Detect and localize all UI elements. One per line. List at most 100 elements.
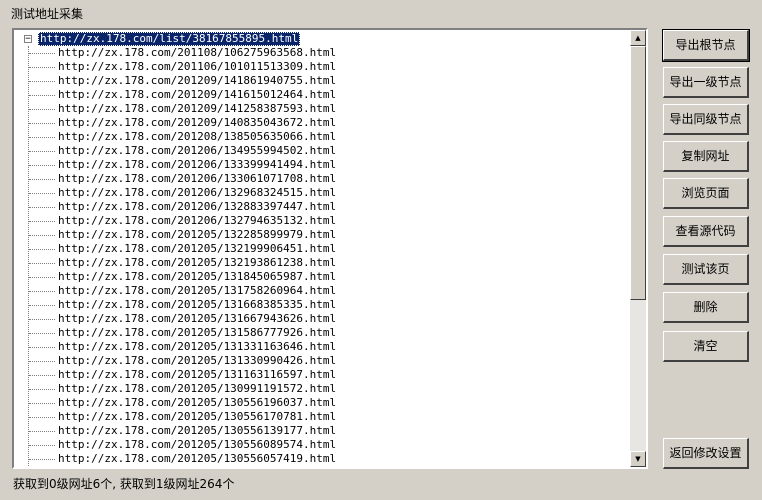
tree-child-node[interactable]: http://zx.178.com/201205/131163116597.ht… <box>14 368 630 382</box>
tree-branch-line <box>29 165 55 166</box>
tree-branch-line <box>29 235 55 236</box>
tree-child-node[interactable]: http://zx.178.com/201205/132285899979.ht… <box>14 228 630 242</box>
tree-child-label[interactable]: http://zx.178.com/201208/138505635066.ht… <box>58 130 336 144</box>
tree-child-label[interactable]: http://zx.178.com/201205/131668385335.ht… <box>58 298 336 312</box>
export-level1-button[interactable]: 导出一级节点 <box>663 67 749 98</box>
tree-branch-line <box>29 375 55 376</box>
tree-child-label[interactable]: http://zx.178.com/201205/132285899979.ht… <box>58 228 336 242</box>
tree-branch-line <box>29 291 55 292</box>
tree-branch-line <box>29 431 55 432</box>
tree-branch-line <box>29 333 55 334</box>
tree-child-label[interactable]: http://zx.178.com/201205/132193861238.ht… <box>58 256 336 270</box>
collapse-icon[interactable]: − <box>24 35 32 44</box>
tree-child-node[interactable]: http://zx.178.com/201106/101011513309.ht… <box>14 60 630 74</box>
tree-child-label[interactable]: http://zx.178.com/201205/130991191572.ht… <box>58 382 336 396</box>
tree-child-label[interactable]: http://zx.178.com/201205/130556196037.ht… <box>58 396 336 410</box>
tree-child-node[interactable]: http://zx.178.com/201205/130556196037.ht… <box>14 396 630 410</box>
tree-child-node[interactable]: http://zx.178.com/201209/140835043672.ht… <box>14 116 630 130</box>
tree-child-label[interactable]: http://zx.178.com/201205/131667943626.ht… <box>58 312 336 326</box>
tree-child-node[interactable]: http://zx.178.com/201108/106275963568.ht… <box>14 46 630 60</box>
tree-child-label[interactable]: http://zx.178.com/201106/101011513309.ht… <box>58 60 336 74</box>
tree-child-node[interactable]: http://zx.178.com/201209/141258387593.ht… <box>14 102 630 116</box>
tree-branch-line <box>29 417 55 418</box>
tree-child-label[interactable]: http://zx.178.com/201205/130556139177.ht… <box>58 424 336 438</box>
tree-child-node[interactable]: http://zx.178.com/201209/141861940755.ht… <box>14 74 630 88</box>
tree-child-node[interactable]: http://zx.178.com/201205/131586777926.ht… <box>14 326 630 340</box>
tree-root-node[interactable]: − http://zx.178.com/list/38167855895.htm… <box>14 32 414 46</box>
tree-child-node[interactable]: http://zx.178.com/201206/134955994502.ht… <box>14 144 630 158</box>
tree-child-node[interactable]: http://zx.178.com/201205/131331163646.ht… <box>14 340 630 354</box>
scroll-down-button[interactable]: ▼ <box>630 451 646 467</box>
scroll-thumb[interactable] <box>630 46 646 300</box>
tree-branch-line <box>29 361 55 362</box>
vertical-scrollbar[interactable]: ▲ ▼ <box>630 30 646 467</box>
tree-child-node[interactable]: http://zx.178.com/201205/130991191572.ht… <box>14 382 630 396</box>
tree-child-label[interactable]: http://zx.178.com/201205/131330990426.ht… <box>58 354 336 368</box>
delete-button[interactable]: 删除 <box>663 292 749 323</box>
view-source-button[interactable]: 查看源代码 <box>663 216 749 247</box>
tree-child-node[interactable]: http://zx.178.com/201206/132883397447.ht… <box>14 200 630 214</box>
tree-branch-line <box>29 389 55 390</box>
tree-child-label[interactable]: http://zx.178.com/201205/130556170781.ht… <box>58 410 336 424</box>
tree-child-node[interactable]: http://zx.178.com/201205/130556057419.ht… <box>14 452 630 466</box>
tree-child-node[interactable]: http://zx.178.com/201205/131668385335.ht… <box>14 298 630 312</box>
tree-branch-line <box>29 445 55 446</box>
tree-branch-line <box>29 207 55 208</box>
tree-child-node[interactable]: http://zx.178.com/201205/132193861238.ht… <box>14 256 630 270</box>
tree-child-node[interactable]: http://zx.178.com/201205/131330990426.ht… <box>14 354 630 368</box>
tree-child-label[interactable]: http://zx.178.com/201205/130556057419.ht… <box>58 452 336 466</box>
tree-child-node[interactable]: http://zx.178.com/201205/130556089574.ht… <box>14 438 630 452</box>
tree-child-label[interactable]: http://zx.178.com/201209/140835043672.ht… <box>58 116 336 130</box>
tree-branch-line <box>29 137 55 138</box>
tree-child-node[interactable]: http://zx.178.com/201206/133061071708.ht… <box>14 172 630 186</box>
tree-branch-line <box>29 109 55 110</box>
tree-branch-line <box>29 305 55 306</box>
tree-child-label[interactable]: http://zx.178.com/201205/131331163646.ht… <box>58 340 336 354</box>
scroll-up-button[interactable]: ▲ <box>630 30 646 46</box>
back-to-settings-button[interactable]: 返回修改设置 <box>663 438 749 469</box>
tree-child-node[interactable]: http://zx.178.com/201205/130556139177.ht… <box>14 424 630 438</box>
tree-branch-line <box>29 319 55 320</box>
clear-button[interactable]: 清空 <box>663 331 749 362</box>
tree-child-node[interactable]: http://zx.178.com/201205/131667943626.ht… <box>14 312 630 326</box>
tree-branch-line <box>29 95 55 96</box>
tree-content: − http://zx.178.com/list/38167855895.htm… <box>14 30 630 467</box>
tree-child-label[interactable]: http://zx.178.com/201206/132883397447.ht… <box>58 200 336 214</box>
tree-child-node[interactable]: http://zx.178.com/201205/131758260964.ht… <box>14 284 630 298</box>
tree-branch-line <box>29 249 55 250</box>
tree-child-label[interactable]: http://zx.178.com/201206/133399941494.ht… <box>58 158 336 172</box>
tree-child-node[interactable]: http://zx.178.com/201206/132968324515.ht… <box>14 186 630 200</box>
tree-child-label[interactable]: http://zx.178.com/201205/131163116597.ht… <box>58 368 336 382</box>
tree-children: http://zx.178.com/201108/106275963568.ht… <box>14 46 630 466</box>
tree-branch-line <box>29 263 55 264</box>
tree-root-label[interactable]: http://zx.178.com/list/38167855895.html <box>38 32 301 46</box>
copy-url-button[interactable]: 复制网址 <box>663 141 749 172</box>
tree-child-label[interactable]: http://zx.178.com/201108/106275963568.ht… <box>58 46 336 60</box>
tree-child-label[interactable]: http://zx.178.com/201205/132199906451.ht… <box>58 242 336 256</box>
tree-child-node[interactable]: http://zx.178.com/201206/132794635132.ht… <box>14 214 630 228</box>
tree-child-label[interactable]: http://zx.178.com/201205/130556089574.ht… <box>58 438 336 452</box>
tree-child-node[interactable]: http://zx.178.com/201205/132199906451.ht… <box>14 242 630 256</box>
tree-child-label[interactable]: http://zx.178.com/201206/132794635132.ht… <box>58 214 336 228</box>
tree-child-node[interactable]: http://zx.178.com/201208/138505635066.ht… <box>14 130 630 144</box>
tree-child-label[interactable]: http://zx.178.com/201206/133061071708.ht… <box>58 172 336 186</box>
url-tree-view[interactable]: − http://zx.178.com/list/38167855895.htm… <box>12 28 648 469</box>
export-root-button[interactable]: 导出根节点 <box>662 29 750 62</box>
tree-child-label[interactable]: http://zx.178.com/201206/132968324515.ht… <box>58 186 336 200</box>
tree-child-label[interactable]: http://zx.178.com/201205/131845065987.ht… <box>58 270 336 284</box>
export-sibling-button[interactable]: 导出同级节点 <box>663 104 749 135</box>
tree-child-node[interactable]: http://zx.178.com/201205/131845065987.ht… <box>14 270 630 284</box>
tree-child-node[interactable]: http://zx.178.com/201209/141615012464.ht… <box>14 88 630 102</box>
tree-child-node[interactable]: http://zx.178.com/201206/133399941494.ht… <box>14 158 630 172</box>
tree-child-node[interactable]: http://zx.178.com/201205/130556170781.ht… <box>14 410 630 424</box>
tree-branch-line <box>29 67 55 68</box>
tree-child-label[interactable]: http://zx.178.com/201205/131758260964.ht… <box>58 284 336 298</box>
tree-child-label[interactable]: http://zx.178.com/201205/131586777926.ht… <box>58 326 336 340</box>
tree-child-label[interactable]: http://zx.178.com/201206/134955994502.ht… <box>58 144 336 158</box>
tree-branch-line <box>29 123 55 124</box>
test-page-button[interactable]: 测试该页 <box>663 254 749 285</box>
tree-child-label[interactable]: http://zx.178.com/201209/141861940755.ht… <box>58 74 336 88</box>
browse-page-button[interactable]: 浏览页面 <box>663 178 749 209</box>
tree-child-label[interactable]: http://zx.178.com/201209/141615012464.ht… <box>58 88 336 102</box>
tree-child-label[interactable]: http://zx.178.com/201209/141258387593.ht… <box>58 102 336 116</box>
